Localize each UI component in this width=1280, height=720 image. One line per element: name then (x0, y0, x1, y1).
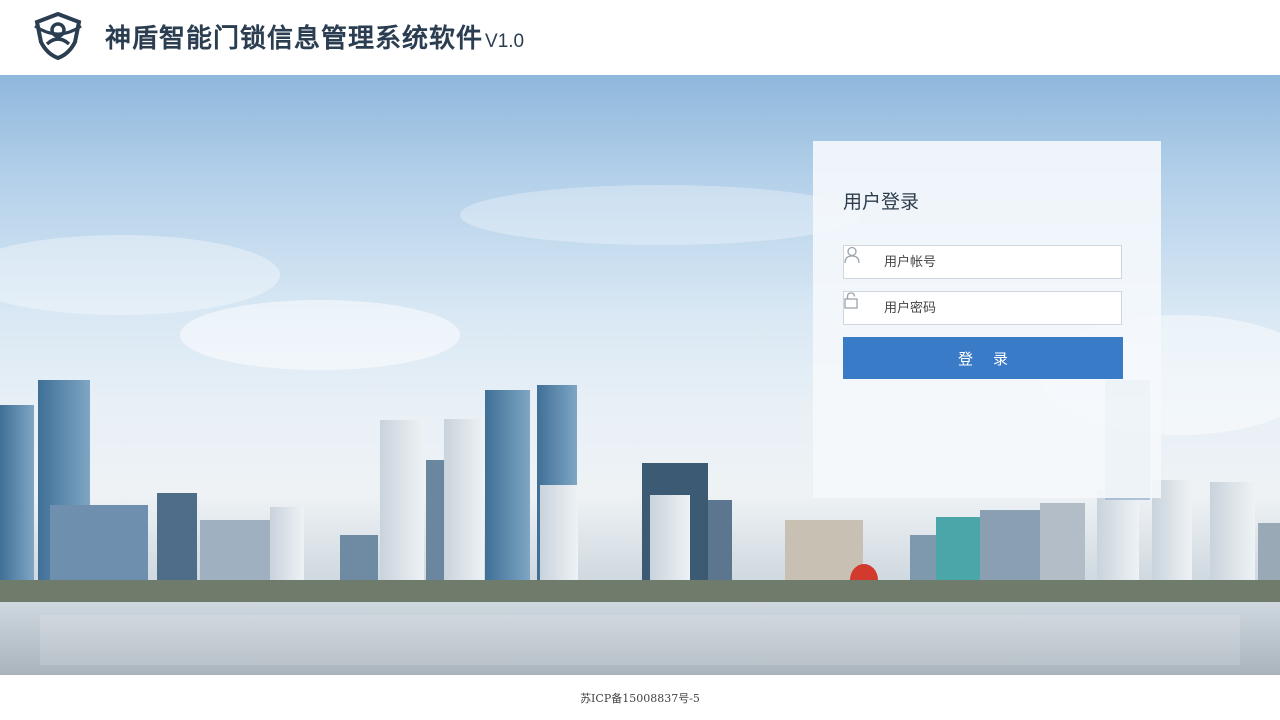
footer: 苏ICP备15008837号-5 (0, 675, 1280, 720)
password-input[interactable] (884, 293, 1114, 323)
lock-icon (844, 292, 884, 324)
banner-image: 用户登录 登录 (0, 75, 1280, 675)
login-panel: 用户登录 登录 (813, 141, 1161, 498)
user-icon (844, 246, 884, 278)
app-version: V1.0 (485, 31, 525, 52)
icp-license-text: 苏ICP备15008837号-5 (580, 691, 700, 705)
username-input[interactable] (884, 247, 1114, 277)
header: 神盾智能门锁信息管理系统软件 V1.0 (0, 0, 1280, 75)
app-name: 神盾智能门锁信息管理系统软件 (105, 24, 484, 54)
shield-logo-icon (34, 12, 82, 60)
page-title: 神盾智能门锁信息管理系统软件 V1.0 (105, 18, 524, 58)
username-field[interactable] (843, 245, 1122, 279)
password-field[interactable] (843, 291, 1122, 325)
login-button[interactable]: 登录 (843, 337, 1123, 379)
login-title: 用户登录 (843, 191, 920, 213)
